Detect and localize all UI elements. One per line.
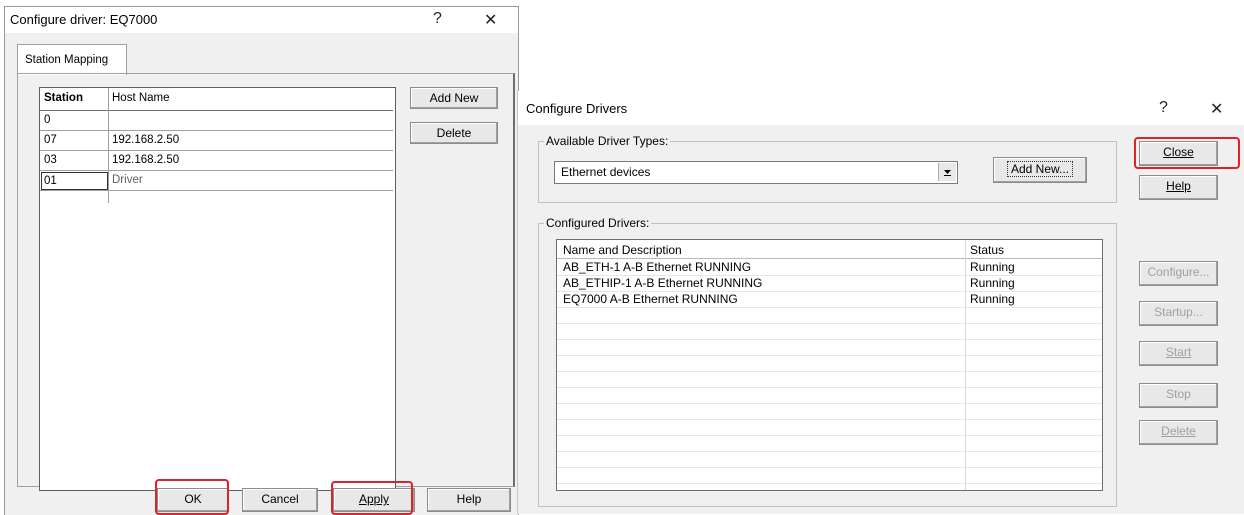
empty-row — [557, 323, 1102, 340]
driver-status: Running — [970, 276, 1015, 290]
host-cell[interactable]: 192.168.2.50 — [112, 154, 179, 166]
list-item[interactable]: AB_ETHIP-1 A-B Ethernet RUNNING Running — [557, 275, 1102, 292]
cancel-label: Cancel — [261, 492, 299, 506]
add-new-label: Add New — [429, 91, 479, 105]
station-mapping-table: Station Host Name 0 07 192.168.2.50 03 1… — [39, 87, 396, 491]
column-header-status[interactable]: Status — [970, 243, 1004, 257]
driver-name: AB_ETHIP-1 A-B Ethernet RUNNING — [563, 276, 763, 290]
help-icon[interactable]: ? — [1159, 99, 1168, 117]
dialog-title: Configure Drivers — [526, 101, 628, 116]
tab-label: Station Mapping — [25, 54, 109, 66]
delete-driver-label: Delete — [1161, 424, 1196, 438]
host-cell[interactable]: Driver — [112, 174, 143, 186]
chevron-down-icon[interactable] — [938, 163, 956, 181]
driver-status: Running — [970, 292, 1015, 306]
driver-type-value: Ethernet devices — [561, 165, 651, 179]
column-header-station: Station — [44, 92, 83, 104]
help-icon[interactable]: ? — [433, 10, 442, 28]
close-highlight — [1134, 137, 1240, 169]
empty-row — [557, 339, 1102, 356]
apply-highlight — [331, 481, 413, 515]
list-item[interactable]: EQ7000 A-B Ethernet RUNNING Running — [557, 291, 1102, 308]
title-bar: Configure driver: EQ7000 ? ✕ — [5, 7, 518, 33]
empty-row — [557, 403, 1102, 420]
delete-button[interactable]: Delete — [410, 122, 498, 144]
station-edit-field[interactable]: 01 — [41, 172, 108, 190]
add-new-driver-label: Add New... — [1006, 161, 1074, 177]
startup-label: Startup... — [1154, 305, 1203, 319]
configured-drivers-label: Configured Drivers: — [544, 216, 652, 230]
configure-button[interactable]: Configure... — [1139, 261, 1218, 286]
column-header-host-name: Host Name — [112, 92, 170, 104]
configure-driver-dialog: Configure driver: EQ7000 ? ✕ Station Map… — [4, 6, 519, 515]
configure-label: Configure... — [1147, 265, 1210, 279]
startup-button[interactable]: Startup... — [1139, 301, 1218, 326]
empty-row — [557, 451, 1102, 468]
close-icon[interactable]: ✕ — [1210, 99, 1223, 119]
empty-row — [557, 419, 1102, 436]
list-item[interactable]: AB_ETH-1 A-B Ethernet RUNNING Running — [557, 259, 1102, 276]
tab-station-mapping[interactable]: Station Mapping — [17, 44, 127, 75]
column-header-name[interactable]: Name and Description — [563, 243, 682, 257]
stop-label: Stop — [1166, 387, 1191, 401]
table-row[interactable]: 01 Driver — [40, 171, 393, 191]
list-header: Name and Description Status — [557, 240, 1102, 259]
add-new-button[interactable]: Add New — [410, 87, 498, 109]
driver-name: AB_ETH-1 A-B Ethernet RUNNING — [563, 260, 752, 274]
empty-row — [557, 387, 1102, 404]
start-label: Start — [1165, 345, 1192, 359]
cancel-button[interactable]: Cancel — [242, 488, 318, 512]
help-label: Help — [456, 492, 482, 506]
empty-row — [557, 355, 1102, 372]
station-cell[interactable]: 07 — [44, 134, 57, 146]
ok-highlight — [155, 479, 229, 515]
add-new-driver-button[interactable]: Add New... — [993, 157, 1087, 183]
station-cell[interactable]: 03 — [44, 154, 57, 166]
driver-status: Running — [970, 260, 1015, 274]
driver-name: EQ7000 A-B Ethernet RUNNING — [563, 292, 738, 306]
empty-row — [557, 435, 1102, 452]
station-cell[interactable]: 0 — [44, 114, 50, 126]
table-row[interactable]: 03 192.168.2.50 — [40, 151, 393, 171]
table-header: Station Host Name — [40, 88, 393, 111]
dialog-title: Configure driver: EQ7000 — [10, 12, 158, 27]
title-bar: Configure Drivers ? ✕ — [518, 91, 1244, 125]
delete-driver-button[interactable]: Delete — [1139, 420, 1218, 445]
delete-label: Delete — [436, 126, 472, 140]
start-button[interactable]: Start — [1139, 341, 1218, 366]
empty-row — [557, 371, 1102, 388]
help-button[interactable]: Help — [1139, 175, 1218, 200]
stop-button[interactable]: Stop — [1139, 383, 1218, 408]
table-row[interactable]: 0 — [40, 111, 393, 131]
empty-row — [557, 307, 1102, 324]
configure-drivers-dialog: Configure Drivers ? ✕ Available Driver T… — [517, 91, 1244, 514]
empty-row — [557, 467, 1102, 484]
help-button[interactable]: Help — [427, 488, 511, 512]
available-driver-types-label: Available Driver Types: — [544, 134, 671, 148]
station-cell[interactable]: 01 — [44, 175, 57, 187]
help-label: Help — [1166, 179, 1191, 193]
host-cell[interactable]: 192.168.2.50 — [112, 134, 179, 146]
table-row[interactable]: 07 192.168.2.50 — [40, 131, 393, 151]
driver-type-select[interactable]: Ethernet devices — [554, 161, 958, 184]
close-icon[interactable]: ✕ — [484, 10, 497, 30]
configured-drivers-list[interactable]: Name and Description Status AB_ETH-1 A-B… — [556, 239, 1103, 491]
